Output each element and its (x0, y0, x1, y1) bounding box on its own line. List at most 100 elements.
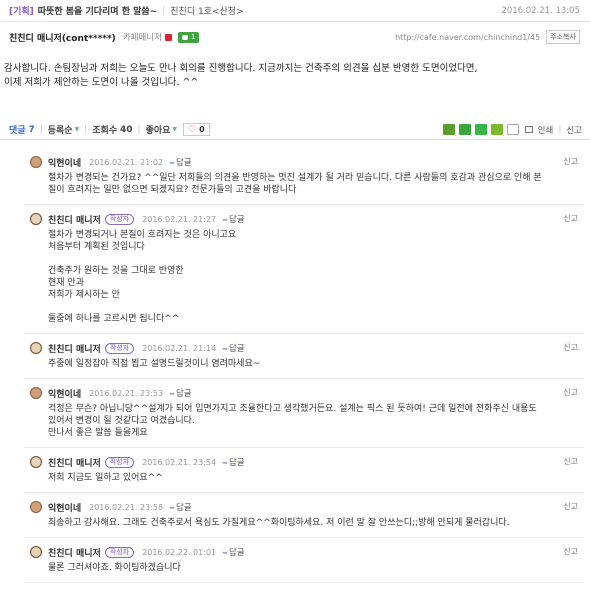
comment-author[interactable]: 친친디 매니저 (48, 546, 101, 559)
comment-report-link[interactable]: 신고 (563, 501, 578, 512)
report-link[interactable]: 신고 (566, 124, 582, 136)
chevron-down-icon: ▼ (74, 126, 80, 133)
divider: | (39, 124, 43, 135)
sort-dropdown[interactable]: 등록순 ▼ (48, 123, 79, 136)
comment-report-link[interactable]: 신고 (563, 156, 578, 167)
comment-date: 2016.02.21. 23:58 (89, 502, 164, 512)
article-title: 따뜻한 봄을 기다리며 한 말씀~ (37, 7, 158, 17)
comment-list: 익현이네 2016.02.21. 21:02 ➥답글 신고 절차가 변경되는 건가요? … (24, 148, 584, 583)
chat-bubble-icon (181, 34, 188, 40)
comment-author[interactable]: 익현이네 (48, 387, 81, 400)
reply-button[interactable]: ➥답글 (169, 387, 192, 399)
reply-arrow-icon: ➥ (222, 345, 228, 353)
post-body: 감사합니다. 손팀장님과 저희는 오늘도 만나 회의를 진행합니다. 지금까지는… (4, 62, 586, 90)
comment-item: 친친디 매니저 작성자 2016.02.21. 21:14 ➥답글 신고주중에 일정잡아… (24, 334, 584, 379)
author-name[interactable]: 친친디 매니저(cont*****) (9, 31, 116, 44)
comment-report-link[interactable]: 신고 (563, 213, 578, 224)
avatar[interactable] (30, 546, 42, 558)
writer-badge: 작성자 (104, 342, 135, 354)
comment-header: 익현이네 2016.02.21. 23:58 ➥답글 (24, 501, 584, 514)
avatar[interactable] (30, 156, 42, 168)
avatar[interactable] (30, 501, 42, 513)
heart-icon: ♡ (188, 124, 197, 135)
reply-arrow-icon: ➥ (222, 549, 228, 557)
talk-button[interactable]: 1 (177, 31, 200, 43)
reply-button[interactable]: ➥답글 (222, 456, 245, 468)
avatar[interactable] (30, 387, 42, 399)
comment-author[interactable]: 친친디 매니저 (48, 342, 101, 355)
writer-badge: 작성자 (104, 546, 135, 558)
comment-toolbar: 댓글 7 | 등록순 ▼ | 조회수 40 | 좋아요 ▼ ♡ 0 인쇄 | 신고 (0, 120, 590, 140)
comment-date: 2016.02.22. 01:01 (142, 547, 217, 557)
reply-arrow-icon: ➥ (222, 216, 228, 224)
print-icon[interactable] (524, 126, 533, 133)
post-line: 이제 저희가 제안하는 도면이 나올 것입니다. ^^ (4, 77, 199, 88)
comment-body: 저희 지금도 일하고 있어요^^ (48, 473, 163, 483)
comment-body: 주중에 일정잡아 직접 뵙고 설명드릴것이니 염려마세요~ (48, 359, 261, 369)
comment-header: 친친디 매니저 작성자 2016.02.21. 23:54 ➥답글 (24, 456, 584, 469)
comment-item: 익현이네 2016.02.21. 23:58 ➥답글 신고죄송하고 감사해요. 그래도… (24, 493, 584, 538)
view-count: 조회수 40 (92, 124, 133, 137)
comment-report-link[interactable]: 신고 (563, 387, 578, 398)
comment-item: 익현이네 2016.02.21. 21:02 ➥답글 신고절차가 변경되는 건가요? … (24, 148, 584, 205)
article-category: [기획] (9, 7, 34, 17)
reply-arrow-icon: ➥ (222, 459, 228, 467)
reply-button[interactable]: ➥답글 (222, 213, 245, 225)
avatar[interactable] (30, 456, 42, 468)
comment-header: 친친디 매니저 작성자 2016.02.21. 21:14 ➥답글 (24, 342, 584, 355)
divider: | (558, 124, 562, 135)
comment-report-link[interactable]: 신고 (563, 546, 578, 557)
author-level: 카페매니저 (122, 33, 162, 43)
comment-item: 친친디 매니저 작성자 2016.02.22. 01:01 ➥답글 신고물론 그러셔야죠… (24, 538, 584, 583)
post-line: 감사합니다. 손팀장님과 저희는 오늘도 만나 회의를 진행합니다. 지금까지는… (4, 63, 478, 74)
comment-item: 친친디 매니저 작성자 2016.02.21. 21:27 ➥답글 신고 절차가 변경되거… (24, 205, 584, 334)
reply-arrow-icon: ➥ (169, 504, 175, 512)
article-date: 2016.02.21. 13:05 (501, 5, 580, 16)
reply-arrow-icon: ➥ (169, 390, 175, 398)
print-link[interactable]: 인쇄 (538, 124, 554, 136)
level-icon (164, 33, 172, 41)
chevron-down-icon: ▼ (172, 126, 178, 133)
article-title-bar: [기획] 따뜻한 봄을 기다리며 한 말씀~ | 친친디 1호<산청> 2016… (0, 0, 590, 22)
comment-report-link[interactable]: 신고 (563, 456, 578, 467)
reply-button[interactable]: ➥답글 (222, 342, 245, 354)
me-icon[interactable] (474, 124, 487, 135)
like-dropdown[interactable]: 좋아요 ▼ (146, 123, 177, 136)
comment-item: 익현이네 2016.02.21. 23:53 ➥답글 신고걱정은 무슨? 아닙니당^^… (24, 379, 584, 448)
kakao-icon[interactable] (490, 124, 503, 135)
comment-date: 2016.02.21. 21:27 (142, 214, 217, 224)
comment-author[interactable]: 친친디 매니저 (48, 213, 101, 226)
comment-body: 걱정은 무슨? 아닙니당^^설계가 되어 입면가지고 조율한다고 생각했거든요.… (48, 404, 537, 438)
board-link[interactable]: 친친디 1호<산청> (170, 4, 243, 17)
reply-arrow-icon: ➥ (169, 159, 175, 167)
avatar[interactable] (30, 213, 42, 225)
bookmark-icon[interactable] (506, 124, 519, 135)
writer-badge: 작성자 (104, 456, 135, 468)
reply-button[interactable]: ➥답글 (169, 156, 192, 168)
comment-report-link[interactable]: 신고 (563, 342, 578, 353)
comment-item: 친친디 매니저 작성자 2016.02.21. 23:54 ➥답글 신고저희 지금도 일… (24, 448, 584, 493)
comment-body: 절차가 변경되는 건가요? ^^일단 저희들의 의견을 반영하는 멋진 설계가 … (48, 173, 542, 195)
comment-count[interactable]: 댓글 7 (9, 123, 35, 137)
article-url[interactable]: http://cafe.naver.com/chinchind1/45 (395, 33, 540, 42)
comment-date: 2016.02.21. 23:53 (89, 388, 164, 398)
avatar[interactable] (30, 342, 42, 354)
author-bar: 친친디 매니저(cont*****) 카페매니저 1 http://cafe.n… (0, 28, 590, 46)
comment-body: 죄송하고 감사해요. 그래도 건축주로서 욕심도 가질게요^^화이팅하세요. 저… (48, 518, 510, 528)
cafe-icon[interactable] (458, 124, 471, 135)
comment-header: 친친디 매니저 작성자 2016.02.21. 21:27 ➥답글 (24, 213, 584, 226)
reply-button[interactable]: ➥답글 (169, 501, 192, 513)
blog-icon[interactable] (442, 124, 455, 135)
like-button[interactable]: ♡ 0 (183, 123, 210, 136)
comment-header: 익현이네 2016.02.21. 23:53 ➥답글 (24, 387, 584, 400)
copy-url-button[interactable]: 주소복사 (546, 30, 580, 44)
comment-author[interactable]: 친친디 매니저 (48, 456, 101, 469)
comment-header: 익현이네 2016.02.21. 21:02 ➥답글 (24, 156, 584, 169)
like-count: 0 (199, 125, 205, 134)
comment-author[interactable]: 익현이네 (48, 156, 81, 169)
comment-header: 친친디 매니저 작성자 2016.02.22. 01:01 ➥답글 (24, 546, 584, 559)
reply-button[interactable]: ➥답글 (222, 546, 245, 558)
comment-date: 2016.02.21. 21:02 (89, 157, 164, 167)
comment-body: 물론 그러셔야죠. 화이팅하겠습니다 (48, 563, 181, 573)
comment-author[interactable]: 익현이네 (48, 501, 81, 514)
